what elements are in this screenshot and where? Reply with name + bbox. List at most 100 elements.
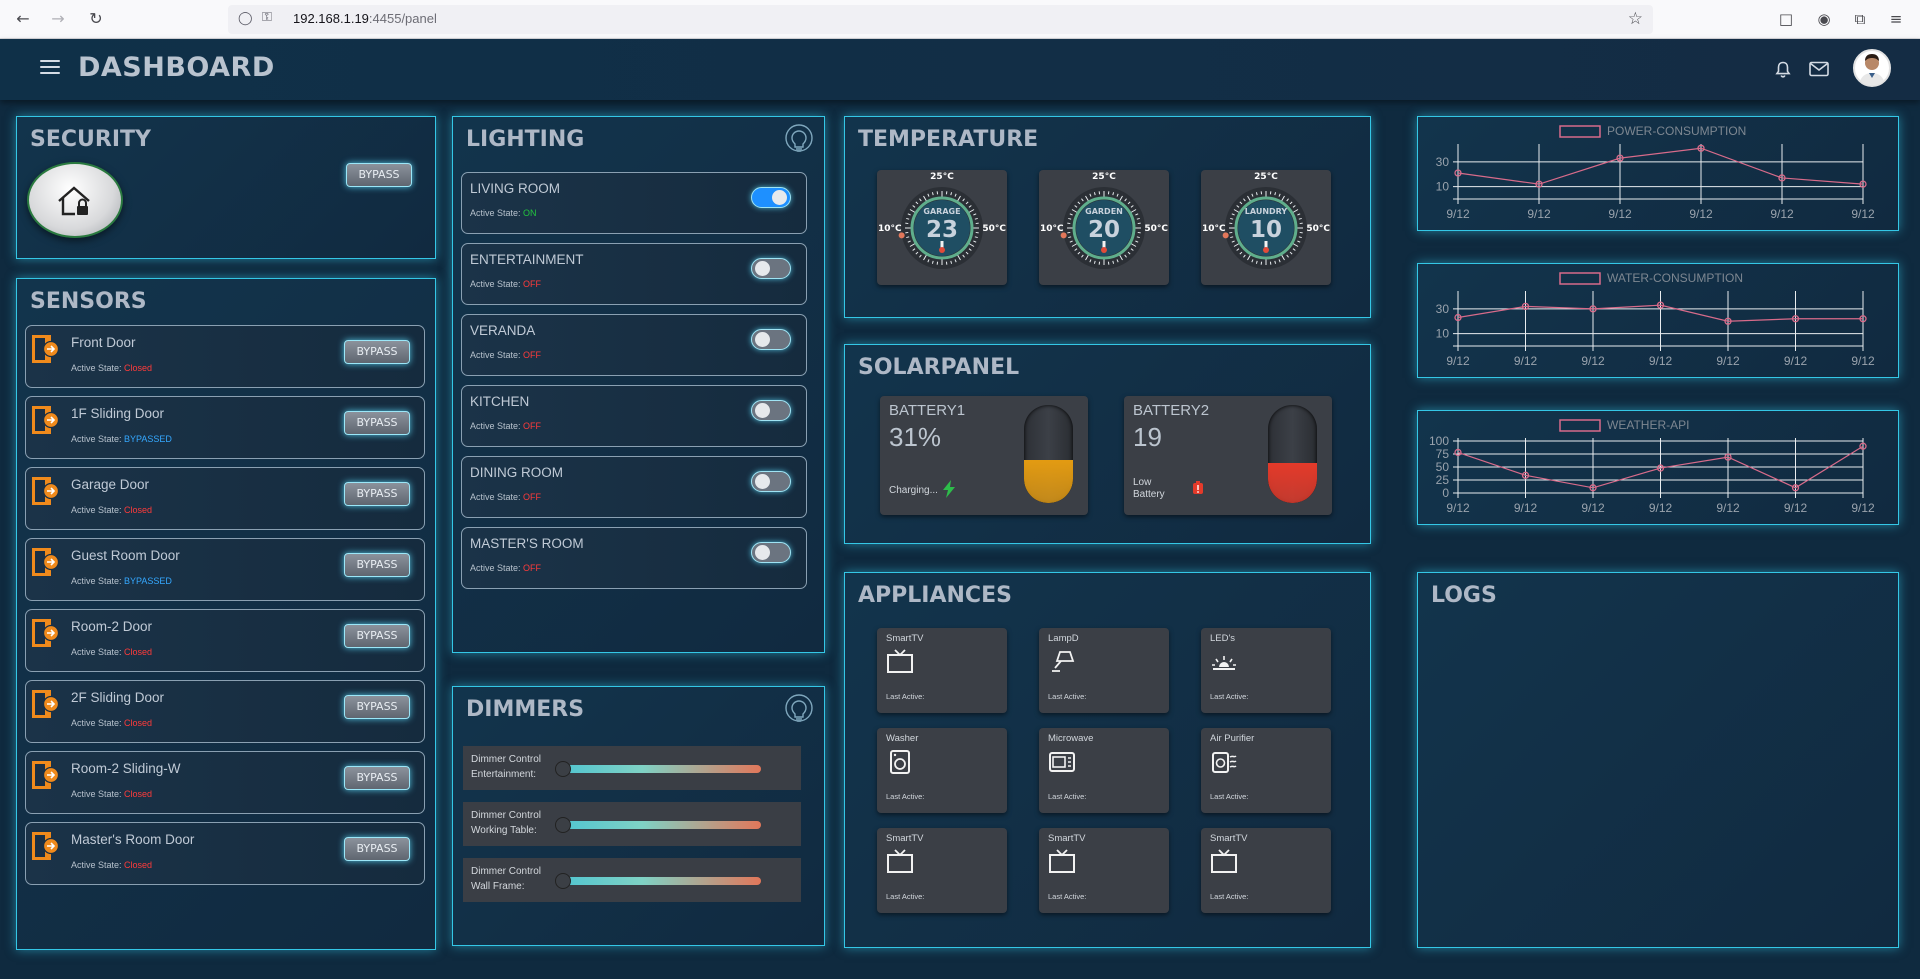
- sensor-state-line: Active State: Closed: [71, 505, 152, 515]
- light-toggle[interactable]: [751, 471, 791, 492]
- appliance-card[interactable]: LampD Last Active:: [1039, 628, 1169, 713]
- temperature-gauge-card: GARAGE 23 25°C 10°C 50°C: [877, 170, 1007, 285]
- dimmer-slider-thumb[interactable]: [555, 817, 571, 833]
- line-chart: POWER-CONSUMPTION 9/12 9/12 9/12 9/12 9/12 9/1…: [1436, 124, 1875, 221]
- sensor-state: Closed: [124, 505, 153, 515]
- sensor-bypass-button[interactable]: BYPASS: [344, 695, 410, 719]
- light-toggle[interactable]: [751, 542, 791, 563]
- appliance-card[interactable]: Washer Last Active:: [877, 728, 1007, 813]
- appliances-panel: APPLIANCES SmartTV Last Active: LampD Last …: [844, 572, 1371, 948]
- pocket-icon[interactable]: □: [1776, 9, 1796, 29]
- bell-icon[interactable]: [1775, 61, 1791, 79]
- sensors-title: SENSORS: [30, 289, 147, 314]
- appliance-card[interactable]: SmartTV Last Active:: [1039, 828, 1169, 913]
- sensor-bypass-button[interactable]: BYPASS: [344, 553, 410, 577]
- appliance-card[interactable]: Microwave Last Active:: [1039, 728, 1169, 813]
- sensor-bypass-button[interactable]: BYPASS: [344, 340, 410, 364]
- x-tick-label: 9/12: [1851, 207, 1875, 221]
- sensor-state-line: Active State: Closed: [71, 860, 152, 870]
- light-toggle[interactable]: [751, 258, 791, 279]
- bookmark-star-icon[interactable]: ☆: [1628, 9, 1643, 29]
- state-prefix: Active State:: [470, 279, 521, 289]
- appliance-card[interactable]: Air Purifier Last Active:: [1201, 728, 1331, 813]
- x-tick-label: 9/12: [1784, 354, 1808, 368]
- appliance-name: Air Purifier: [1210, 733, 1255, 744]
- sensor-state: Closed: [124, 860, 153, 870]
- gauge-min-label: 10°C: [1040, 224, 1064, 234]
- security-lock-button[interactable]: [27, 162, 123, 238]
- light-name: MASTER'S ROOM: [470, 536, 584, 551]
- appliance-card[interactable]: SmartTV Last Active:: [877, 828, 1007, 913]
- app-menu-icon[interactable]: ≡: [1886, 9, 1906, 29]
- gauge-max-label: 50°C: [1144, 224, 1168, 234]
- reload-icon[interactable]: ↻: [85, 8, 107, 30]
- appliance-card[interactable]: SmartTV Last Active:: [877, 628, 1007, 713]
- light-toggle[interactable]: [751, 400, 791, 421]
- battery-level-fill: [1024, 459, 1073, 503]
- appliance-last-active: Last Active:: [1210, 792, 1249, 801]
- sensor-bypass-button[interactable]: BYPASS: [344, 766, 410, 790]
- dimmer-slider-thumb[interactable]: [555, 873, 571, 889]
- dimmers-title: DIMMERS: [466, 697, 585, 722]
- appliance-name: SmartTV: [886, 633, 924, 644]
- door-sensor-icon: [32, 618, 60, 648]
- security-bypass-button[interactable]: BYPASS: [346, 163, 412, 187]
- page-info-icon[interactable]: ⚿: [262, 10, 272, 25]
- sensor-state-line: Active State: BYPASSED: [71, 576, 172, 586]
- url-text[interactable]: 192.168.1.19:4455/panel: [293, 11, 437, 26]
- appliance-card[interactable]: LED's Last Active:: [1201, 628, 1331, 713]
- toggle-knob: [755, 474, 770, 489]
- mail-icon[interactable]: [1809, 61, 1829, 77]
- battery-value: 19: [1133, 422, 1162, 452]
- user-avatar[interactable]: [1853, 49, 1891, 87]
- browser-toolbar: ← → ↻ ◯ ⚿ 192.168.1.19:4455/panel ☆ □ ◉ …: [0, 0, 1920, 39]
- light-card: ENTERTAINMENT Active State: OFF: [461, 243, 807, 305]
- url-host: 192.168.1.19: [293, 11, 369, 26]
- app-header: DASHBOARD: [0, 39, 1920, 100]
- legend-swatch: [1559, 419, 1601, 432]
- url-bar[interactable]: ◯ ⚿ 192.168.1.19:4455/panel ☆: [228, 5, 1653, 34]
- low-battery-icon: [1190, 480, 1206, 500]
- forward-arrow-icon[interactable]: →: [47, 8, 69, 30]
- hamburger-menu-icon[interactable]: [40, 60, 60, 76]
- appliance-name: SmartTV: [1210, 833, 1248, 844]
- light-state-line: Active State: ON: [470, 208, 537, 218]
- light-toggle[interactable]: [751, 329, 791, 350]
- dimmer-slider-track[interactable]: [563, 765, 761, 773]
- dimmer-slider-track[interactable]: [563, 821, 761, 829]
- door-sensor-icon: [32, 760, 60, 790]
- light-toggle[interactable]: [751, 187, 791, 208]
- toggle-knob: [755, 261, 770, 276]
- appliance-card[interactable]: SmartTV Last Active:: [1201, 828, 1331, 913]
- light-state: OFF: [523, 492, 542, 502]
- dimmer-slider-track[interactable]: [563, 877, 761, 885]
- sensor-card: Garage Door Active State: Closed BYPASS: [25, 467, 425, 530]
- x-tick-label: 9/12: [1689, 207, 1713, 221]
- state-prefix: Active State:: [470, 208, 521, 218]
- dimmer-label: Dimmer Control Working Table:: [471, 808, 541, 838]
- back-arrow-icon[interactable]: ←: [12, 8, 34, 30]
- account-icon[interactable]: ◉: [1814, 9, 1834, 29]
- chart-title: WEATHER-API: [1607, 418, 1689, 432]
- sensor-bypass-button[interactable]: BYPASS: [344, 411, 410, 435]
- gauge-name: GARDEN: [1085, 207, 1123, 216]
- sensor-bypass-button[interactable]: BYPASS: [344, 482, 410, 506]
- sensor-card: Front Door Active State: Closed BYPASS: [25, 325, 425, 388]
- sensor-bypass-button[interactable]: BYPASS: [344, 624, 410, 648]
- washing-machine-icon: [886, 749, 914, 775]
- appliance-name: SmartTV: [886, 833, 924, 844]
- light-state-line: Active State: OFF: [470, 279, 541, 289]
- light-name: KITCHEN: [470, 394, 530, 409]
- y-tick-label: 10: [1436, 327, 1450, 341]
- y-tick-label: 10: [1436, 180, 1450, 194]
- shield-icon[interactable]: ◯: [238, 11, 253, 26]
- security-title: SECURITY: [30, 127, 151, 152]
- state-prefix: Active State:: [71, 434, 122, 444]
- temperature-title: TEMPERATURE: [858, 127, 1039, 152]
- toggle-knob: [755, 403, 770, 418]
- x-tick-label: 9/12: [1581, 354, 1605, 368]
- sensor-name: Room-2 Door: [71, 619, 153, 634]
- sensor-bypass-button[interactable]: BYPASS: [344, 837, 410, 861]
- dimmer-slider-thumb[interactable]: [555, 761, 571, 777]
- extensions-icon[interactable]: ⧉: [1850, 9, 1870, 29]
